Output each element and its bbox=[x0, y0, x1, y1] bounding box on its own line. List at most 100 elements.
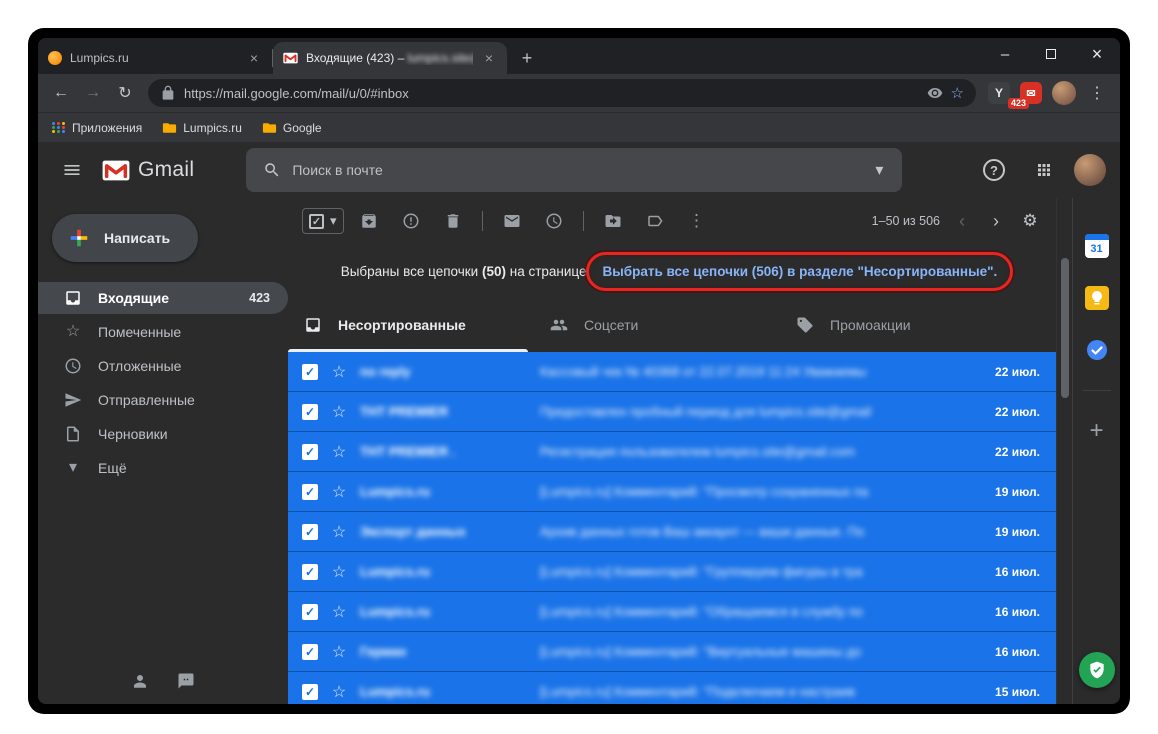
star-icon[interactable]: ☆ bbox=[330, 442, 348, 462]
search-icon[interactable] bbox=[252, 150, 292, 190]
labels-button[interactable] bbox=[638, 204, 672, 238]
star-icon[interactable]: ☆ bbox=[330, 642, 348, 662]
apps-grid-icon bbox=[52, 122, 66, 133]
tab-primary[interactable]: Несортированные bbox=[288, 298, 534, 352]
scrollbar-thumb[interactable] bbox=[1060, 258, 1069, 398]
row-checkbox-checked[interactable]: ✓ bbox=[302, 443, 318, 460]
sidebar-item-more[interactable]: ▾ Ещё bbox=[38, 452, 288, 484]
address-bar[interactable]: https://mail.google.com/mail/u/0/#inbox … bbox=[148, 79, 976, 107]
hangouts-chat-icon[interactable] bbox=[177, 672, 195, 690]
row-checkbox-checked[interactable]: ✓ bbox=[302, 483, 318, 500]
tab-label: Соцсети bbox=[584, 317, 639, 333]
browser-tab-gmail-active[interactable]: Входящие (423) – lumpics.site@gm × bbox=[273, 42, 507, 74]
bookmark-star-icon[interactable]: ☆ bbox=[951, 84, 964, 102]
extension-y-icon[interactable]: Y bbox=[988, 82, 1010, 104]
visibility-icon[interactable] bbox=[927, 85, 943, 101]
bookmark-folder-lumpics[interactable]: Lumpics.ru bbox=[162, 121, 242, 135]
email-date: 22 июл. bbox=[995, 404, 1040, 419]
maximize-button[interactable] bbox=[1028, 38, 1074, 70]
tab-social[interactable]: Соцсети bbox=[534, 298, 780, 352]
scrollbar[interactable] bbox=[1056, 198, 1072, 704]
older-page-icon[interactable]: › bbox=[984, 211, 1008, 232]
row-checkbox-checked[interactable]: ✓ bbox=[302, 603, 318, 620]
back-button[interactable]: ← bbox=[46, 78, 76, 108]
url-text[interactable]: https://mail.google.com/mail/u/0/#inbox bbox=[184, 86, 919, 101]
trash-icon bbox=[447, 214, 458, 228]
compose-button[interactable]: Написать bbox=[52, 214, 198, 262]
browser-tab-lumpics[interactable]: Lumpics.ru × bbox=[38, 42, 272, 74]
select-all-checkbox[interactable]: ✓ bbox=[309, 213, 324, 229]
close-button[interactable]: × bbox=[1074, 38, 1120, 70]
tasks-icon[interactable] bbox=[1085, 338, 1109, 362]
more-actions-button[interactable]: ⋮ bbox=[680, 204, 714, 238]
row-checkbox-checked[interactable]: ✓ bbox=[302, 643, 318, 660]
newer-page-icon[interactable]: ‹ bbox=[950, 211, 974, 232]
email-row-partial[interactable]: ✓ ☆ Lumpics.ru [Lumpics.ru] Комментарий:… bbox=[288, 672, 1056, 704]
email-row[interactable]: ✓ ☆ Lumpics.ru [Lumpics.ru] Комментарий:… bbox=[288, 592, 1056, 632]
tab-close-icon[interactable]: × bbox=[246, 50, 262, 66]
star-icon[interactable]: ☆ bbox=[330, 482, 348, 502]
sidebar-item-inbox[interactable]: Входящие 423 bbox=[38, 282, 288, 314]
row-checkbox-checked[interactable]: ✓ bbox=[302, 403, 318, 420]
star-icon[interactable]: ☆ bbox=[330, 522, 348, 542]
minimize-button[interactable]: – bbox=[982, 38, 1028, 70]
bookmark-label: Google bbox=[282, 120, 322, 135]
email-row[interactable]: ✓ ☆ Герман [Lumpics.ru] Комментарий: "Ви… bbox=[288, 632, 1056, 672]
forward-button[interactable]: → bbox=[78, 78, 108, 108]
search-bar[interactable]: ▾ bbox=[246, 148, 903, 192]
bookmark-folder-google[interactable]: Google bbox=[262, 121, 322, 135]
browser-menu-icon[interactable]: ⋮ bbox=[1082, 78, 1112, 108]
select-all-dropdown[interactable]: ✓ ▾ bbox=[302, 208, 344, 234]
email-row[interactable]: ✓ ☆ no reply Кассовый чек № 40368 от 22.… bbox=[288, 352, 1056, 392]
star-icon[interactable]: ☆ bbox=[330, 402, 348, 422]
sidebar-item-snoozed[interactable]: Отложенные bbox=[38, 350, 288, 382]
hamburger-menu-icon[interactable] bbox=[52, 150, 92, 190]
archive-button[interactable] bbox=[352, 204, 386, 238]
sidebar-item-label: Входящие bbox=[98, 290, 169, 306]
report-spam-button[interactable] bbox=[394, 204, 428, 238]
email-row[interactable]: ✓ ☆ Lumpics.ru [Lumpics.ru] Комментарий:… bbox=[288, 552, 1056, 592]
row-checkbox-checked[interactable]: ✓ bbox=[302, 563, 318, 580]
select-all-conversations-link[interactable]: Выбрать все цепочки (506) в разделе "Нес… bbox=[602, 264, 997, 279]
row-checkbox-checked[interactable]: ✓ bbox=[302, 683, 318, 700]
star-icon[interactable]: ☆ bbox=[330, 682, 348, 702]
gmail-account-avatar[interactable] bbox=[1074, 154, 1106, 186]
reload-button[interactable]: ↻ bbox=[110, 78, 140, 108]
keep-icon[interactable] bbox=[1084, 286, 1109, 310]
snooze-button[interactable] bbox=[537, 204, 571, 238]
settings-gear-icon[interactable]: ⚙ bbox=[1018, 211, 1042, 231]
person-icon[interactable] bbox=[131, 672, 149, 690]
sidebar-item-sent[interactable]: Отправленные bbox=[38, 384, 288, 416]
add-addon-icon[interactable]: + bbox=[1089, 419, 1103, 443]
delete-button[interactable] bbox=[436, 204, 470, 238]
sidebar-item-starred[interactable]: ☆ Помеченные bbox=[38, 316, 288, 348]
email-row[interactable]: ✓ ☆ ТНТ PREMIER . Регистрация пользовате… bbox=[288, 432, 1056, 472]
help-icon[interactable]: ? bbox=[974, 150, 1014, 190]
bookmark-apps[interactable]: Приложения bbox=[52, 121, 142, 135]
new-tab-button[interactable]: + bbox=[513, 44, 541, 72]
compose-label: Написать bbox=[104, 230, 171, 246]
row-checkbox-checked[interactable]: ✓ bbox=[302, 363, 318, 380]
draft-icon bbox=[67, 426, 79, 442]
star-icon[interactable]: ☆ bbox=[330, 602, 348, 622]
move-to-button[interactable] bbox=[596, 204, 630, 238]
calendar-icon[interactable]: 31 bbox=[1084, 234, 1109, 258]
tab-promotions[interactable]: Промоакции bbox=[780, 298, 1026, 352]
mark-read-button[interactable] bbox=[495, 204, 529, 238]
star-icon[interactable]: ☆ bbox=[330, 562, 348, 582]
protection-badge[interactable] bbox=[1078, 652, 1115, 688]
gmail-logo[interactable]: Gmail bbox=[102, 158, 194, 182]
google-apps-icon[interactable] bbox=[1024, 150, 1064, 190]
star-icon[interactable]: ☆ bbox=[330, 362, 348, 382]
search-input[interactable] bbox=[292, 162, 863, 178]
email-row[interactable]: ✓ ☆ Lumpics.ru [Lumpics.ru] Комментарий:… bbox=[288, 472, 1056, 512]
browser-profile-avatar[interactable] bbox=[1052, 81, 1076, 105]
row-checkbox-checked[interactable]: ✓ bbox=[302, 523, 318, 540]
tab-close-icon[interactable]: × bbox=[481, 50, 497, 66]
search-options-caret-icon[interactable]: ▾ bbox=[862, 150, 896, 190]
mail-checker-extension-icon[interactable]: ✉ 423 bbox=[1008, 82, 1042, 109]
email-row[interactable]: ✓ ☆ ТНТ PREMIER Предоставлен пробный пер… bbox=[288, 392, 1056, 432]
selection-banner: Выбраны все цепочки (50) на странице Выб… bbox=[288, 244, 1056, 298]
email-row[interactable]: ✓ ☆ Экспорт данных Архив данных готов Ва… bbox=[288, 512, 1056, 552]
sidebar-item-drafts[interactable]: Черновики bbox=[38, 418, 288, 450]
